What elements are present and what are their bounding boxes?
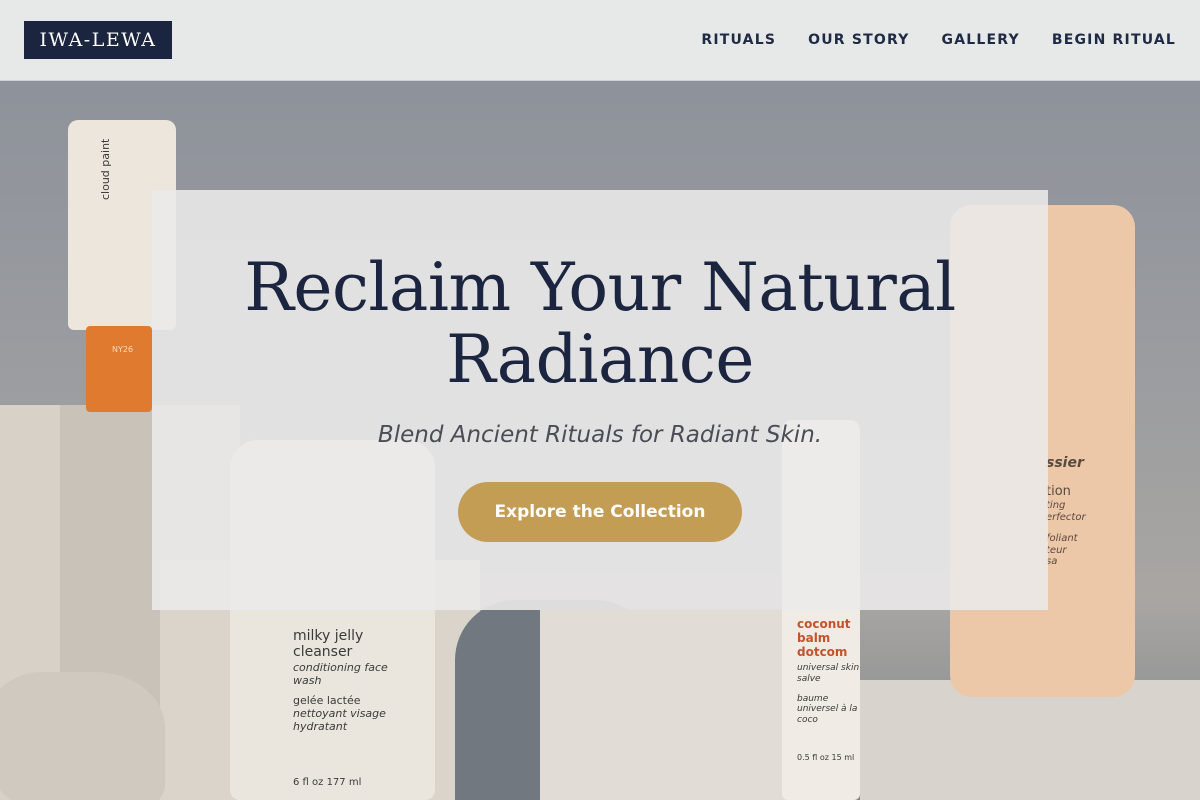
balm-desc: universal skin salve [797,663,860,684]
nav-link-gallery[interactable]: GALLERY [942,32,1020,48]
cleanser-label: milky jelly cleanser conditioning face w… [293,628,413,789]
nav-link-begin-ritual[interactable]: BEGIN RITUAL [1052,32,1176,48]
bottle-line6: sa [1046,556,1058,568]
nav-link-our-story[interactable]: OUR STORY [808,32,909,48]
pedestal-right [860,680,1200,800]
bottle-brand: ssier [1046,455,1084,471]
explore-collection-button[interactable]: Explore the Collection [458,482,742,542]
cleanser-desc: conditioning face wash [293,661,388,687]
tube-label: cloud paint [99,138,113,200]
hero-card: Reclaim Your Natural Radiance Blend Anci… [152,190,1048,610]
brand-logo[interactable]: IWA-LEWA [24,21,172,59]
balm-fr: baume universel à la coco [797,694,858,725]
bottle-line5: teur [1046,544,1067,556]
hero-title: Reclaim Your Natural Radiance [244,249,956,398]
bottle-line2: ting [1046,500,1066,512]
balm-label: coconut balm dotcom universal skin salve… [797,617,867,763]
bottle-line1: tion [1046,484,1071,500]
tube-code: NY26 [112,345,133,354]
cloud-paint-cap [86,326,152,412]
navbar: IWA-LEWA RITUALS OUR STORY GALLERY BEGIN… [0,0,1200,81]
hero-subtitle: Blend Ancient Rituals for Radiant Skin. [377,422,823,448]
rock [0,672,165,800]
balm-size: 0.5 fl oz 15 ml [797,753,855,763]
cleanser-size: 6 fl oz 177 ml [293,777,362,789]
bottle-line3: erfector [1046,511,1086,523]
peach-bottle-label: ssier tion ting erfector foliant teur sa [1046,455,1126,568]
bottle-line4: foliant [1046,533,1078,545]
cleanser-fr2: nettoyant visage hydratant [293,707,386,733]
nav-link-rituals[interactable]: RITUALS [701,32,776,48]
balm-name: coconut balm dotcom [797,617,851,659]
tube-code-text: NY26 [112,345,134,354]
nav-links: RITUALS OUR STORY GALLERY BEGIN RITUAL [701,0,1176,80]
tube-label-text: cloud paint [99,138,112,200]
cleanser-name: milky jelly cleanser [293,628,364,661]
